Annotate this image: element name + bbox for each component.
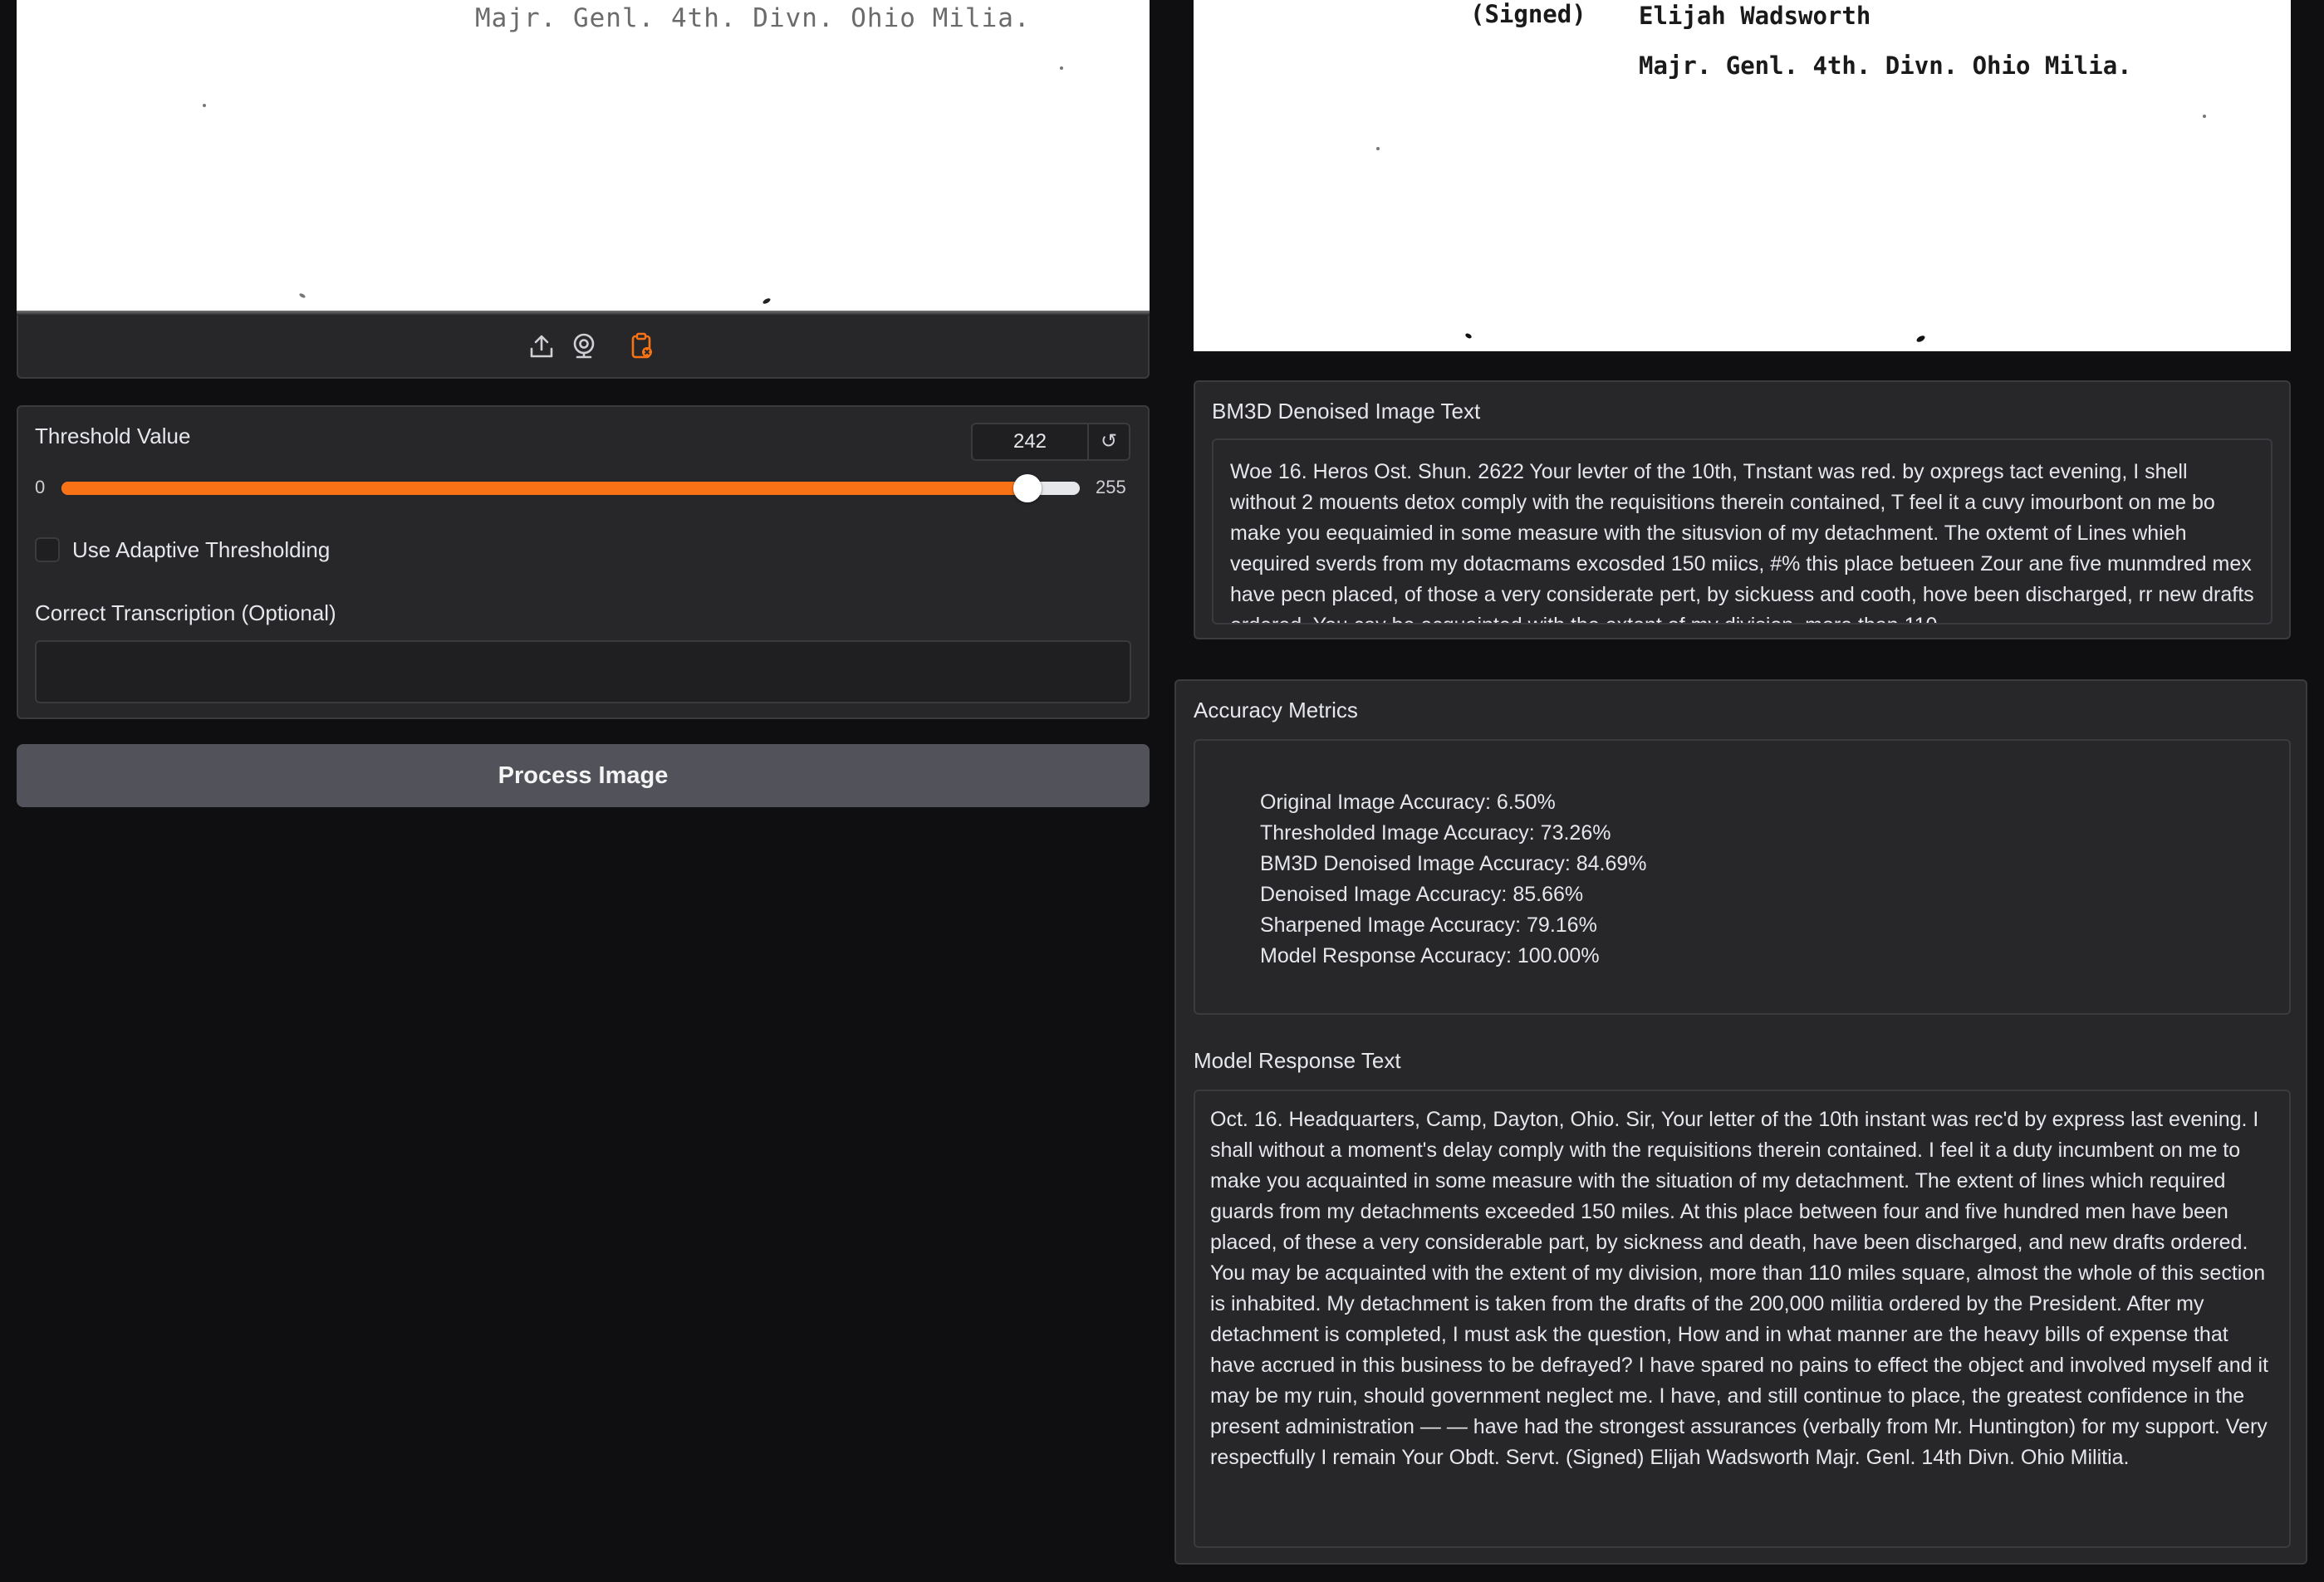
metric-bm3d: BM3D Denoised Image Accuracy: 84.69% <box>1260 852 1647 875</box>
scan-speck <box>1060 66 1063 70</box>
threshold-number-input[interactable]: 242 <box>971 423 1089 461</box>
clipboard-icon[interactable] <box>628 332 656 360</box>
metric-denoised: Denoised Image Accuracy: 85.66% <box>1260 883 1584 906</box>
threshold-min-label: 0 <box>35 477 46 497</box>
process-image-button[interactable]: Process Image <box>17 744 1150 807</box>
signed-text: (Signed) <box>1470 0 1586 28</box>
threshold-reset-button[interactable]: ↺ <box>1089 423 1130 461</box>
metric-model-response: Model Response Accuracy: 100.00% <box>1260 944 1600 967</box>
threshold-slider-fill <box>61 482 1028 495</box>
bm3d-text-output[interactable]: Woe 16. Heros Ost. Shun. 2622 Your levte… <box>1212 438 2273 624</box>
metric-thresholded: Thresholded Image Accuracy: 73.26% <box>1260 821 1611 845</box>
adaptive-threshold-checkbox[interactable] <box>35 537 60 562</box>
threshold-label: Threshold Value <box>35 424 191 448</box>
image-source-toolbar <box>17 316 1150 379</box>
model-response-output[interactable]: Oct. 16. Headquarters, Camp, Dayton, Ohi… <box>1194 1090 2291 1548</box>
signature-name-text: Elijah Wadsworth <box>1639 2 1871 30</box>
scan-speck <box>2203 115 2206 118</box>
signature-title-text: Majr. Genl. 4th. Divn. Ohio Milia. <box>1639 51 2132 80</box>
accuracy-metrics-label: Accuracy Metrics <box>1194 698 1358 722</box>
accuracy-metrics-output: Original Image Accuracy: 6.50% Threshold… <box>1194 739 2291 1015</box>
processed-image-preview: (Signed) Elijah Wadsworth Majr. Genl. 4t… <box>1194 0 2291 355</box>
scan-speck <box>1376 147 1380 150</box>
metric-original: Original Image Accuracy: 6.50% <box>1260 791 1556 814</box>
scan-signature-text: Majr. Genl. 4th. Divn. Ohio Milia. <box>475 3 1031 33</box>
scan-speck <box>1915 334 1926 344</box>
upload-icon[interactable] <box>527 332 556 360</box>
metric-sharpened: Sharpened Image Accuracy: 79.16% <box>1260 913 1597 937</box>
threshold-slider[interactable] <box>61 474 1080 502</box>
scan-speck <box>203 104 206 107</box>
scan-edge <box>1194 351 2291 355</box>
original-image-preview: Majr. Genl. 4th. Divn. Ohio Milia. <box>17 0 1150 316</box>
model-response-label: Model Response Text <box>1194 1048 1401 1073</box>
threshold-max-label: 255 <box>1096 477 1126 497</box>
scan-speck <box>1464 332 1473 340</box>
scan-speck <box>762 296 772 306</box>
adaptive-threshold-label: Use Adaptive Thresholding <box>72 537 331 562</box>
webcam-icon[interactable] <box>570 332 598 360</box>
scan-speck <box>298 292 306 299</box>
correct-transcription-label: Correct Transcription (Optional) <box>35 600 336 625</box>
bm3d-text-label: BM3D Denoised Image Text <box>1212 399 1481 424</box>
correct-transcription-input[interactable] <box>35 640 1131 703</box>
